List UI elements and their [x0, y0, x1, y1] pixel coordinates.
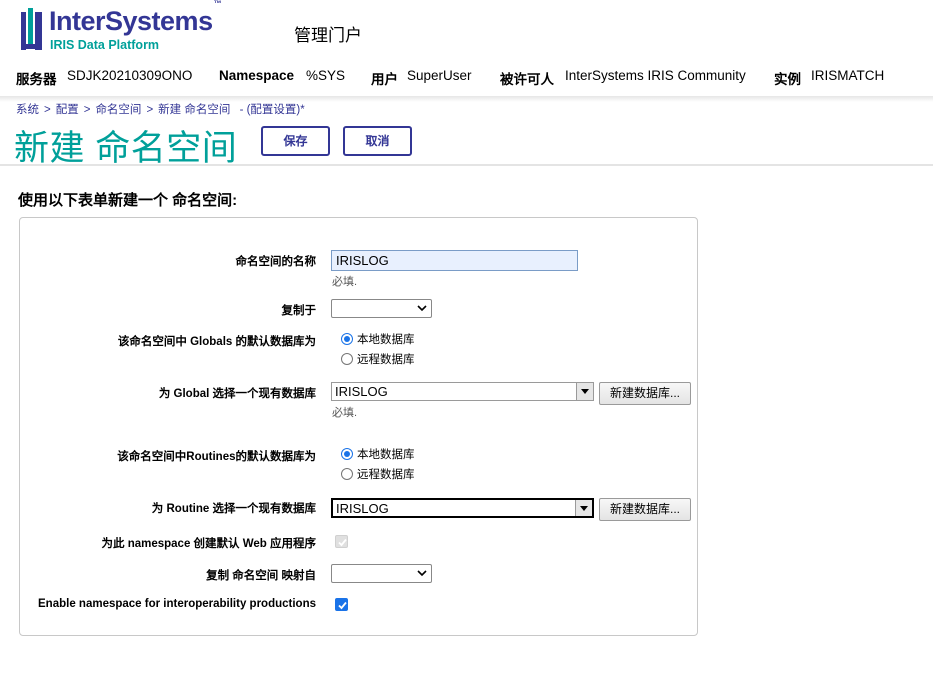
breadcrumb-system[interactable]: 系统: [16, 104, 39, 116]
copy-mappings-label: 复制 命名空间 映射自: [206, 570, 316, 582]
breadcrumb-separator: >: [83, 104, 91, 116]
global-db-value: IRISLOG: [335, 384, 388, 399]
portal-title: 管理门户: [294, 26, 362, 45]
radio-unselected-icon: [341, 353, 353, 365]
breadcrumb-config[interactable]: 配置: [56, 104, 79, 116]
breadcrumb-new-namespace[interactable]: 新建 命名空间: [158, 104, 230, 116]
title-divider: [0, 164, 933, 166]
dropdown-arrow-icon[interactable]: [575, 500, 592, 516]
namespace-label: Namespace: [219, 68, 295, 83]
brand-name: InterSystems™: [49, 0, 222, 36]
save-button[interactable]: 保存: [261, 126, 330, 156]
breadcrumb-separator: >: [44, 104, 51, 116]
global-db-label: 为 Global 选择一个现有数据库: [158, 388, 316, 400]
interop-label: Enable namespace for interoperability pr…: [38, 598, 316, 610]
routine-db-combo[interactable]: IRISLOG: [331, 498, 594, 518]
radio-selected-icon: [341, 448, 353, 460]
dropdown-arrow-icon[interactable]: [576, 383, 593, 400]
web-app-checkbox: [335, 535, 348, 548]
routines-remote-radio[interactable]: 远程数据库: [341, 466, 415, 482]
namespace-name-label: 命名空间的名称: [235, 256, 317, 268]
form-intro: 使用以下表单新建一个 命名空间:: [18, 192, 238, 209]
routines-remote-label: 远程数据库: [357, 469, 415, 481]
checkmark-icon: [338, 601, 347, 610]
server-label: 服务器: [16, 72, 57, 87]
intersystems-logo[interactable]: InterSystems™ IRIS Data Platform: [20, 0, 235, 54]
web-app-label: 为此 namespace 创建默认 Web 应用程序: [101, 538, 317, 550]
copy-mappings-select[interactable]: [331, 564, 432, 583]
licensee-value: InterSystems IRIS Community: [565, 68, 746, 83]
namespace-value: %SYS: [306, 68, 346, 83]
globals-db-label: 该命名空间中 Globals 的默认数据库为: [117, 336, 316, 348]
chevron-down-icon: [417, 570, 427, 577]
new-global-database-button[interactable]: 新建数据库...: [599, 382, 691, 405]
routines-local-label: 本地数据库: [357, 449, 415, 461]
routines-local-radio[interactable]: 本地数据库: [341, 446, 415, 462]
licensee-label: 被许可人: [500, 72, 554, 87]
intersystems-logo-icon: [21, 8, 42, 50]
radio-unselected-icon: [341, 468, 353, 480]
radio-selected-icon: [341, 333, 353, 345]
header: InterSystems™ IRIS Data Platform 管理门户 服务…: [0, 0, 933, 98]
cancel-button[interactable]: 取消: [343, 126, 412, 156]
user-label: 用户: [371, 72, 398, 87]
new-routine-database-button[interactable]: 新建数据库...: [599, 498, 691, 521]
breadcrumb-separator: >: [146, 104, 154, 116]
trademark: ™: [213, 0, 222, 8]
routine-db-value: IRISLOG: [336, 501, 389, 516]
global-db-combo[interactable]: IRISLOG: [331, 382, 594, 401]
chevron-down-icon: [417, 305, 427, 312]
instance-label: 实例: [774, 72, 801, 87]
breadcrumb-namespaces[interactable]: 命名空间: [95, 104, 141, 116]
namespace-name-required-hint: 必填.: [332, 276, 358, 288]
copy-from-select[interactable]: [331, 299, 432, 318]
server-value: SDJK20210309ONO: [67, 68, 193, 83]
instance-value: IRISMATCH: [811, 68, 885, 83]
breadcrumb: 系统 > 配置 > 命名空间 > 新建 命名空间 - (配置设置)*: [16, 101, 305, 117]
global-db-required-hint: 必填.: [332, 407, 358, 419]
globals-remote-label: 远程数据库: [357, 354, 415, 366]
globals-remote-radio[interactable]: 远程数据库: [341, 351, 415, 367]
routines-db-label: 该命名空间中Routines的默认数据库为: [117, 451, 316, 463]
checkmark-icon: [338, 538, 347, 547]
routine-db-label: 为 Routine 选择一个现有数据库: [151, 503, 316, 515]
namespace-name-input[interactable]: IRISLOG: [331, 250, 578, 271]
breadcrumb-suffix: - (配置设置)*: [239, 104, 305, 116]
globals-local-label: 本地数据库: [357, 334, 415, 346]
user-value: SuperUser: [407, 68, 472, 83]
copy-from-label: 复制于: [281, 305, 317, 317]
globals-local-radio[interactable]: 本地数据库: [341, 331, 415, 347]
brand-subtitle: IRIS Data Platform: [50, 38, 160, 52]
interop-checkbox[interactable]: [335, 598, 348, 611]
